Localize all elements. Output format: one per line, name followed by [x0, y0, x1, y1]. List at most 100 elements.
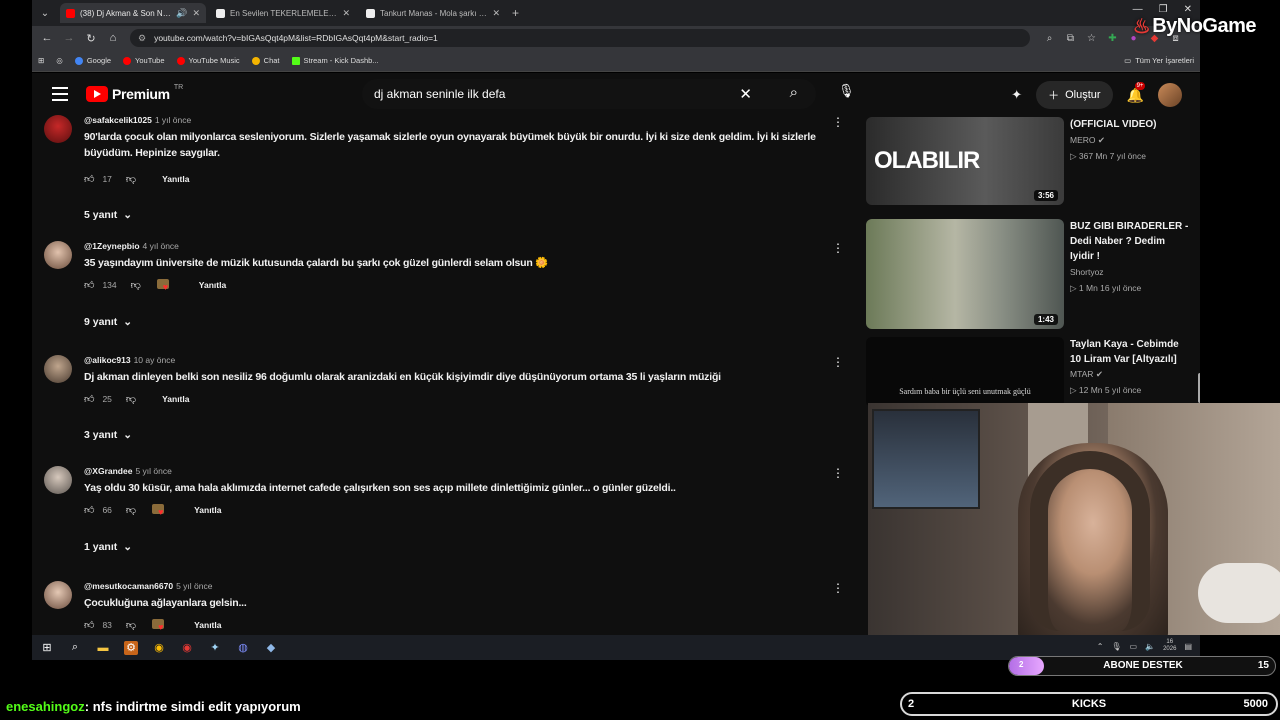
notifications-bell-icon[interactable]: 🔔 9+ [1127, 81, 1146, 104]
replies-toggle[interactable]: 9 yanıt ⌄ [84, 316, 132, 328]
more-options-icon[interactable]: ⋮ [832, 241, 844, 255]
video-thumbnail[interactable]: OLABILIR 3:56 [866, 117, 1064, 205]
bookmark-chat[interactable]: Chat [251, 56, 280, 65]
taskbar-app-icon[interactable]: ✦ [208, 641, 222, 655]
new-tab-button[interactable]: + [512, 6, 519, 20]
comment-author[interactable]: @alikoc913 [84, 355, 131, 365]
reply-button[interactable]: Yanıtla [162, 394, 189, 404]
comment-author[interactable]: @mesutkocaman6670 [84, 581, 173, 591]
bookmark-kick[interactable]: Stream - Kick Dashb... [291, 56, 379, 65]
apps-grid-icon[interactable]: ⊞ [38, 56, 44, 65]
dislike-icon[interactable]: 👎︎ [126, 173, 136, 185]
windows-start-icon[interactable]: ⊞ [40, 641, 54, 655]
taskbar-search-icon[interactable]: ⌕ [68, 641, 82, 655]
comment-author[interactable]: @1Zeynepbio [84, 241, 140, 251]
dislike-icon[interactable]: 👎︎ [131, 279, 141, 291]
like-icon[interactable]: 👍︎ [84, 393, 94, 405]
bookmark-google[interactable]: Google [74, 56, 111, 65]
menu-icon[interactable] [52, 87, 68, 101]
forward-arrow-icon[interactable]: → [58, 32, 80, 44]
dislike-icon[interactable]: 👎︎ [126, 504, 136, 516]
clock[interactable]: 16 2026 [1163, 639, 1176, 653]
network-icon[interactable]: ▭ [1130, 642, 1138, 651]
comment-time[interactable]: 1 yıl önce [155, 115, 191, 125]
bookmark-youtube-music[interactable]: YouTube Music [176, 56, 240, 65]
comment-author[interactable]: @XGrandee [84, 466, 132, 476]
replies-toggle[interactable]: 1 yanıt ⌄ [84, 541, 132, 553]
replies-toggle[interactable]: 5 yanıt ⌄ [84, 209, 132, 221]
like-icon[interactable]: 👍︎ [84, 173, 94, 185]
comment-time[interactable]: 4 yıl önce [143, 241, 179, 251]
comment-author[interactable]: @safakcelik1025 [84, 115, 152, 125]
bookmark-star-icon[interactable]: ☆ [1086, 33, 1097, 44]
account-avatar[interactable] [1158, 83, 1182, 107]
reload-icon[interactable]: ↻ [80, 32, 102, 45]
tab-search-icon[interactable]: ⌄ [34, 4, 56, 22]
url-input[interactable]: ⚙ youtube.com/watch?v=bIGAsQqt4pM&list=R… [130, 29, 1030, 47]
channel-name[interactable]: MERO [1070, 135, 1096, 145]
close-tab-icon[interactable]: ✕ [342, 8, 350, 19]
cast-icon[interactable]: ⧉ [1065, 33, 1076, 44]
scrollbar-thumb[interactable] [1198, 373, 1200, 403]
avatar[interactable] [44, 355, 72, 383]
microphone-icon[interactable]: 🎙 [838, 83, 855, 99]
zoom-icon[interactable]: ⌕ [1044, 33, 1055, 44]
volume-icon[interactable]: 🔈 [1145, 642, 1155, 651]
discord-icon[interactable]: ◍ [236, 641, 250, 655]
channel-name[interactable]: MTAR [1070, 369, 1093, 379]
more-options-icon[interactable]: ⋮ [832, 355, 844, 369]
close-tab-icon[interactable]: ✕ [192, 8, 200, 19]
avatar[interactable] [44, 466, 72, 494]
more-options-icon[interactable]: ⋮ [832, 581, 844, 595]
avatar[interactable] [44, 115, 72, 143]
avatar[interactable] [44, 581, 72, 609]
video-thumbnail[interactable]: Sardım baba bir üçlü seni unutmak güçlü [866, 337, 1064, 407]
video-title[interactable]: Taylan Kaya - Cebimde 10 Liram Var [Alty… [1070, 337, 1190, 367]
clear-search-icon[interactable]: ✕ [739, 85, 752, 103]
bookmark-youtube[interactable]: YouTube [123, 56, 165, 65]
video-title[interactable]: BUZ GIBI BIRADERLER - Dedi Naber ? Dedim… [1070, 219, 1190, 264]
search-icon[interactable]: ⌕ [790, 84, 798, 101]
steam-icon[interactable]: ◆ [264, 641, 278, 655]
file-explorer-icon[interactable]: ▬ [96, 641, 110, 655]
reply-button[interactable]: Yanıtla [194, 620, 221, 630]
premium-gift-icon[interactable]: ✦ [1011, 87, 1022, 103]
replies-toggle[interactable]: 3 yanıt ⌄ [84, 429, 132, 441]
more-options-icon[interactable]: ⋮ [832, 115, 844, 129]
speaker-icon[interactable]: 🔊 [176, 8, 187, 19]
video-thumbnail[interactable]: 1:43 [866, 219, 1064, 329]
more-options-icon[interactable]: ⋮ [832, 466, 844, 480]
chevron-up-icon[interactable]: ⌃ [1097, 642, 1104, 651]
comment-time[interactable]: 10 ay önce [134, 355, 176, 365]
create-button[interactable]: ＋ Oluştur [1036, 81, 1113, 109]
channel-name[interactable]: Shortyoz [1070, 267, 1104, 277]
chrome-icon[interactable]: ◉ [152, 641, 166, 655]
like-icon[interactable]: 👍︎ [84, 504, 94, 516]
notification-center-icon[interactable]: ▤ [1184, 642, 1192, 651]
avatar[interactable] [44, 241, 72, 269]
dislike-icon[interactable]: 👎︎ [126, 393, 136, 405]
bookmark-globe-icon[interactable]: ◎ [56, 56, 63, 65]
site-info-icon[interactable]: ⚙ [138, 33, 146, 44]
dislike-icon[interactable]: 👎︎ [126, 619, 136, 631]
comment-time[interactable]: 5 yıl önce [176, 581, 212, 591]
video-title[interactable]: (OFFICIAL VIDEO) [1070, 117, 1190, 132]
extension-green-icon[interactable]: ✚ [1107, 33, 1118, 44]
reply-button[interactable]: Yanıtla [199, 280, 226, 290]
youtube-logo[interactable]: Premium TR [86, 84, 183, 102]
browser-tab-3[interactable]: Tankurt Manas - Mola şarkı söz ✕ [360, 3, 506, 23]
microphone-tray-icon[interactable]: 🎙 [1111, 642, 1121, 651]
all-bookmarks[interactable]: ▭ Tüm Yer İşaretleri [1124, 56, 1194, 65]
reply-button[interactable]: Yanıtla [194, 505, 221, 515]
close-tab-icon[interactable]: ✕ [492, 8, 500, 19]
search-input[interactable]: dj akman seninle ilk defa ✕ ⌕ [362, 79, 816, 109]
obs-icon[interactable]: ◉ [180, 641, 194, 655]
like-icon[interactable]: 👍︎ [84, 619, 94, 631]
home-icon[interactable]: ⌂ [102, 32, 124, 44]
comment-time[interactable]: 5 yıl önce [135, 466, 171, 476]
settings-gear-icon[interactable]: ⚙ [124, 640, 138, 655]
like-icon[interactable]: 👍︎ [84, 279, 94, 291]
reply-button[interactable]: Yanıtla [162, 174, 189, 184]
browser-tab-1[interactable]: (38) Dj Akman & Son Nefes 🔊 ✕ [60, 3, 206, 23]
browser-tab-2[interactable]: En Sevilen TEKERLEMELER (Ses ✕ [210, 3, 356, 23]
